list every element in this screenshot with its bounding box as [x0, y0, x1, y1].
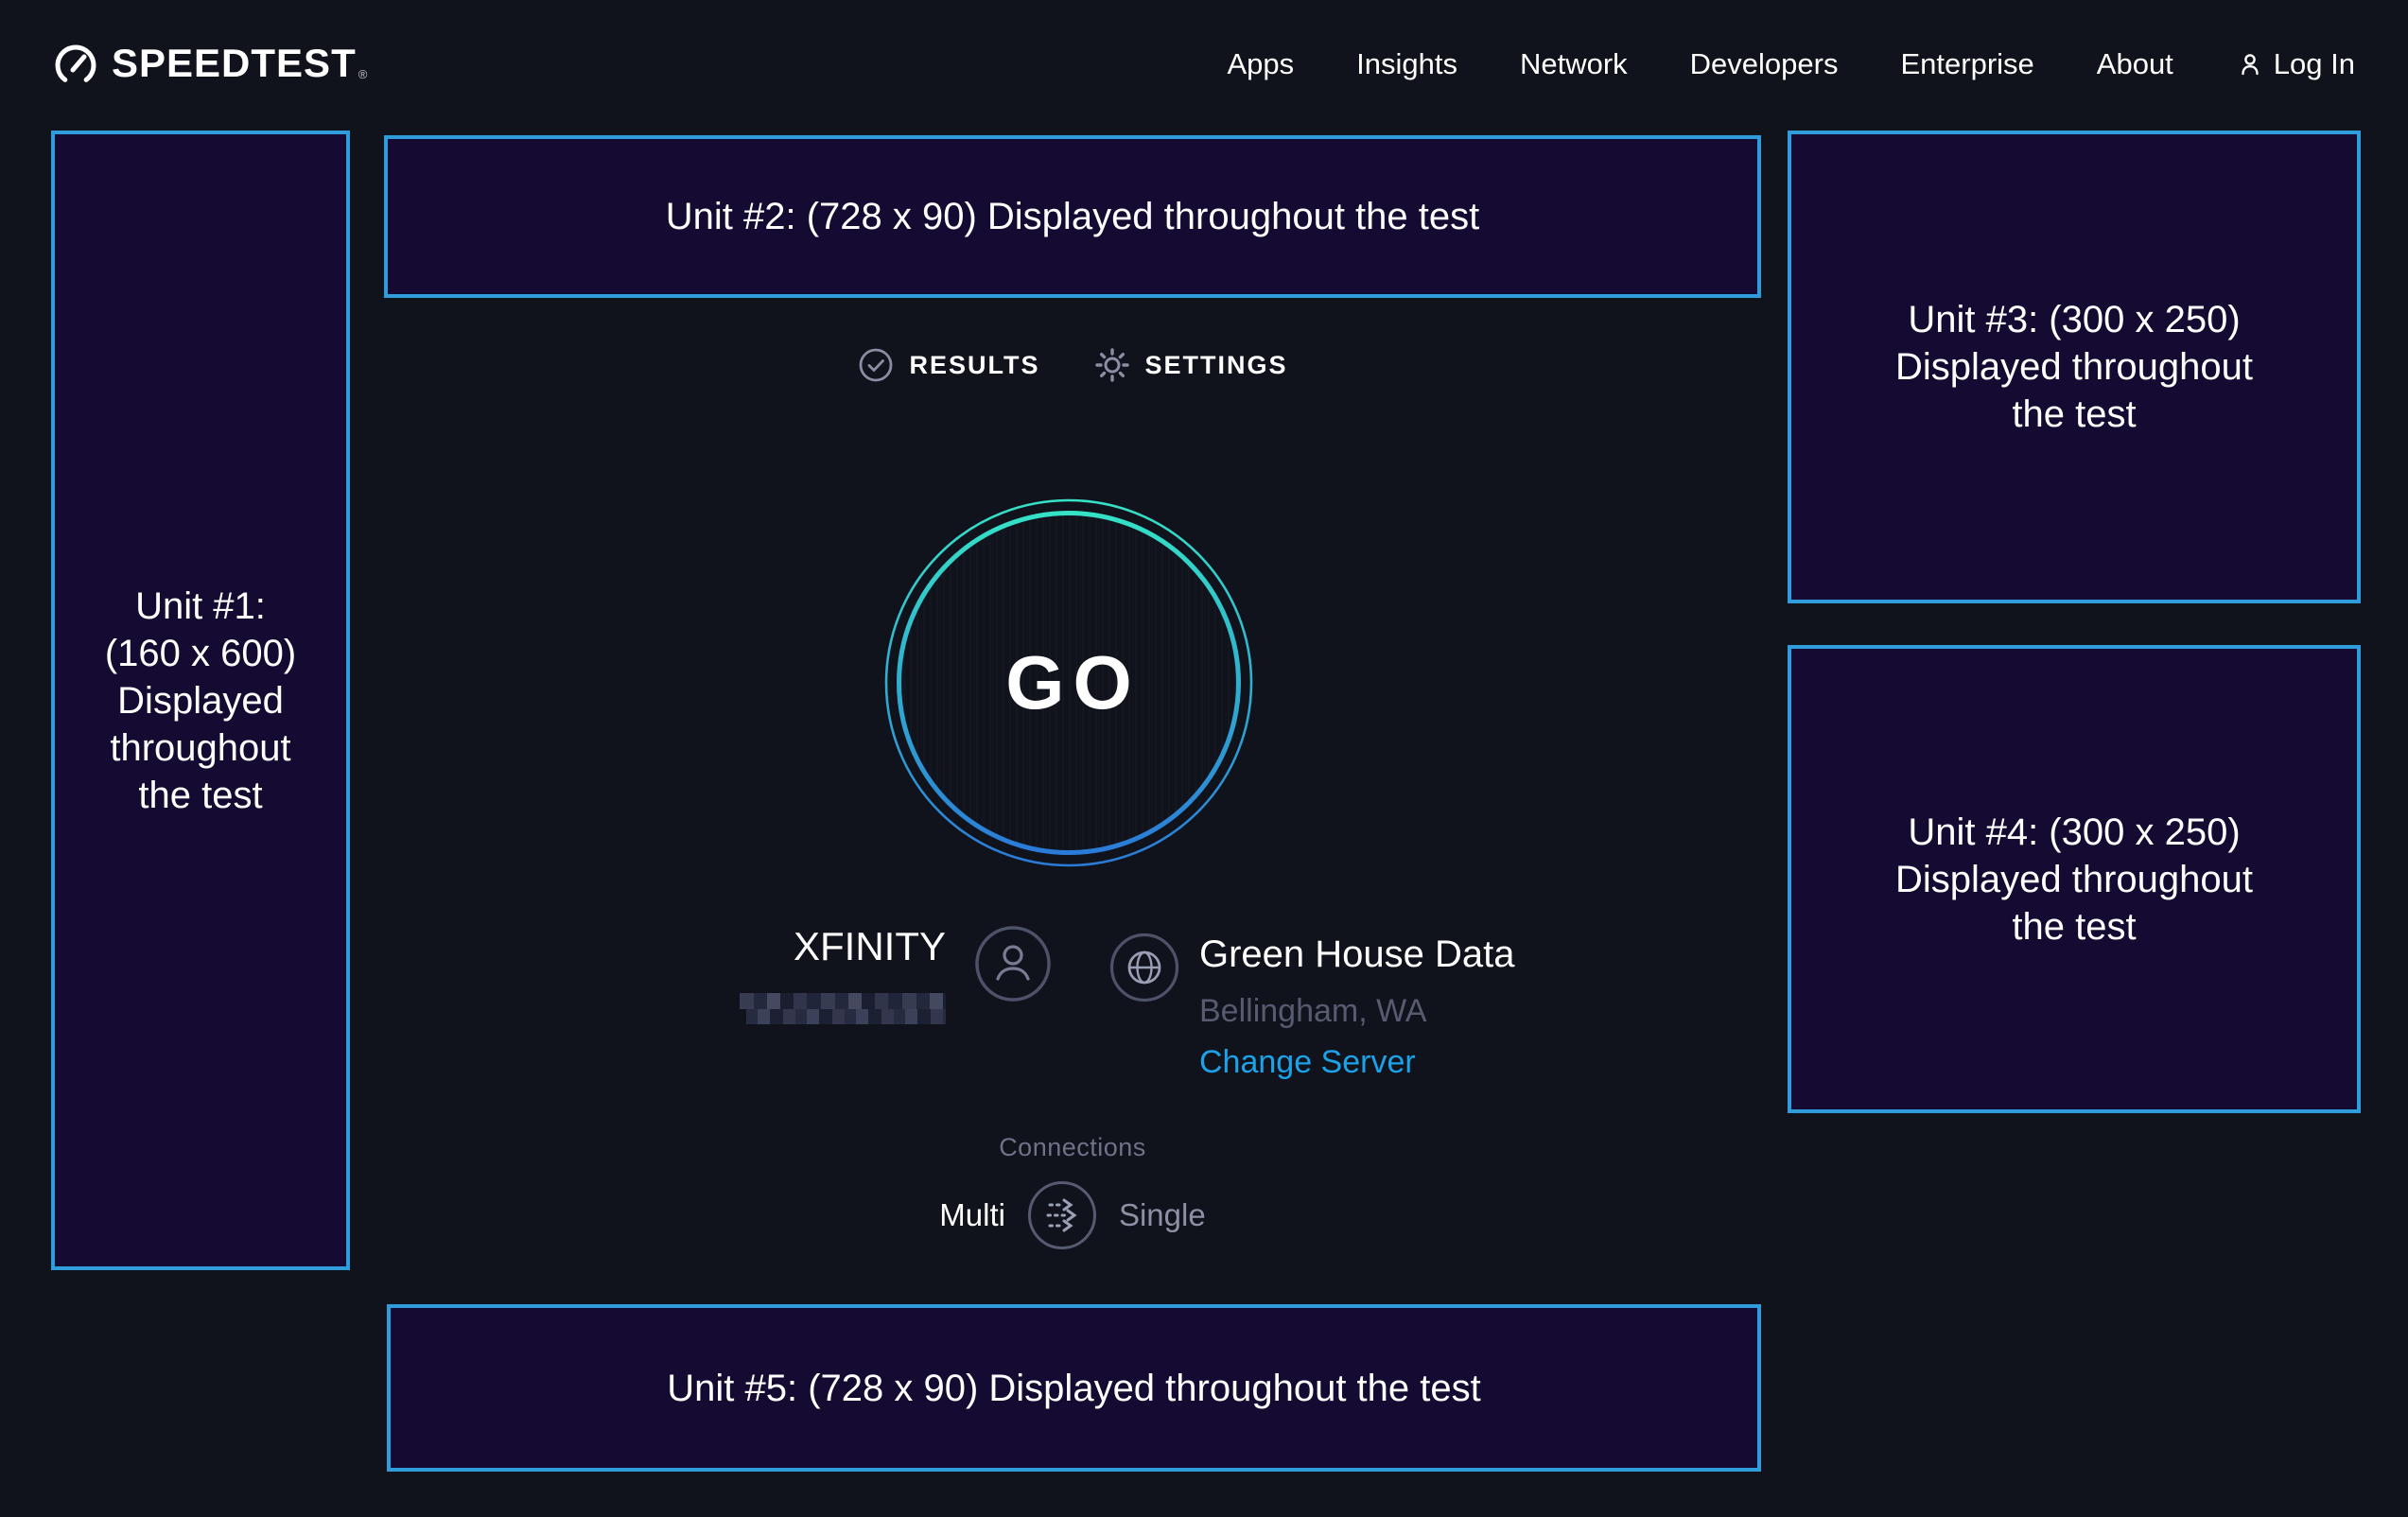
speedtest-page: SPEEDTEST® Apps Insights Network Develop… — [0, 0, 2408, 1517]
change-server-link[interactable]: Change Server — [1199, 1041, 1515, 1083]
ad-unit-1[interactable]: Unit #1: (160 x 600) Displayed throughou… — [51, 131, 350, 1270]
ad-unit-4[interactable]: Unit #4: (300 x 250) Displayed throughou… — [1788, 645, 2361, 1113]
server-location: Bellingham, WA — [1199, 990, 1515, 1032]
nav-item-developers[interactable]: Developers — [1690, 47, 1839, 81]
login-link[interactable]: Log In — [2236, 47, 2355, 81]
isp-user-icon — [974, 925, 1052, 1003]
isp-name: XFINITY — [728, 925, 946, 968]
ad-unit-2-text: Unit #2: (728 x 90) Displayed throughout… — [666, 193, 1480, 240]
nav-item-enterprise[interactable]: Enterprise — [1900, 47, 2033, 81]
isp-info: XFINITY — [728, 925, 1052, 1024]
ad-unit-2[interactable]: Unit #2: (728 x 90) Displayed throughout… — [384, 135, 1761, 298]
go-button[interactable]: GO — [883, 497, 1254, 868]
globe-icon — [1108, 932, 1180, 1003]
connections-section: Connections Multi Single — [384, 1133, 1761, 1251]
server-name: Green House Data — [1199, 932, 1515, 977]
tab-settings[interactable]: SETTINGS — [1093, 346, 1288, 384]
tab-results-label: RESULTS — [909, 351, 1039, 380]
nav-item-apps[interactable]: Apps — [1227, 47, 1294, 81]
tab-bar: RESULTS SETTINGS — [384, 340, 1761, 390]
header: SPEEDTEST® Apps Insights Network Develop… — [0, 0, 2408, 129]
user-icon — [2236, 50, 2264, 78]
go-button-label: GO — [883, 497, 1254, 868]
ad-unit-3[interactable]: Unit #3: (300 x 250) Displayed throughou… — [1788, 131, 2361, 603]
speedometer-gauge-icon — [53, 43, 98, 88]
connections-label: Connections — [384, 1133, 1761, 1162]
speedtest-logo[interactable]: SPEEDTEST® — [53, 41, 367, 88]
main-nav: Apps Insights Network Developers Enterpr… — [1227, 47, 2355, 81]
nav-item-network[interactable]: Network — [1520, 47, 1628, 81]
ad-unit-3-text: Unit #3: (300 x 250) Displayed throughou… — [1895, 296, 2253, 438]
logo-trademark: ® — [358, 67, 368, 81]
login-label: Log In — [2274, 47, 2355, 81]
ad-unit-5-text: Unit #5: (728 x 90) Displayed throughout… — [667, 1365, 1481, 1412]
nav-item-about[interactable]: About — [2097, 47, 2173, 81]
ad-unit-1-text: Unit #1: (160 x 600) Displayed throughou… — [105, 583, 296, 819]
tab-settings-label: SETTINGS — [1145, 351, 1288, 380]
connection-mode-toggle-icon[interactable] — [1026, 1179, 1098, 1251]
nav-item-insights[interactable]: Insights — [1356, 47, 1457, 81]
check-circle-icon — [857, 346, 895, 384]
connections-multi-option[interactable]: Multi — [939, 1197, 1005, 1233]
gear-icon — [1093, 346, 1131, 384]
server-info: Green House Data Bellingham, WA Change S… — [1108, 932, 1515, 1083]
logo-text: SPEEDTEST — [112, 41, 357, 85]
tab-results[interactable]: RESULTS — [857, 346, 1039, 384]
ad-unit-5[interactable]: Unit #5: (728 x 90) Displayed throughout… — [387, 1304, 1761, 1472]
ad-unit-4-text: Unit #4: (300 x 250) Displayed throughou… — [1895, 809, 2253, 950]
redacted-ip-address — [740, 993, 946, 1024]
connections-single-option[interactable]: Single — [1119, 1197, 1206, 1233]
